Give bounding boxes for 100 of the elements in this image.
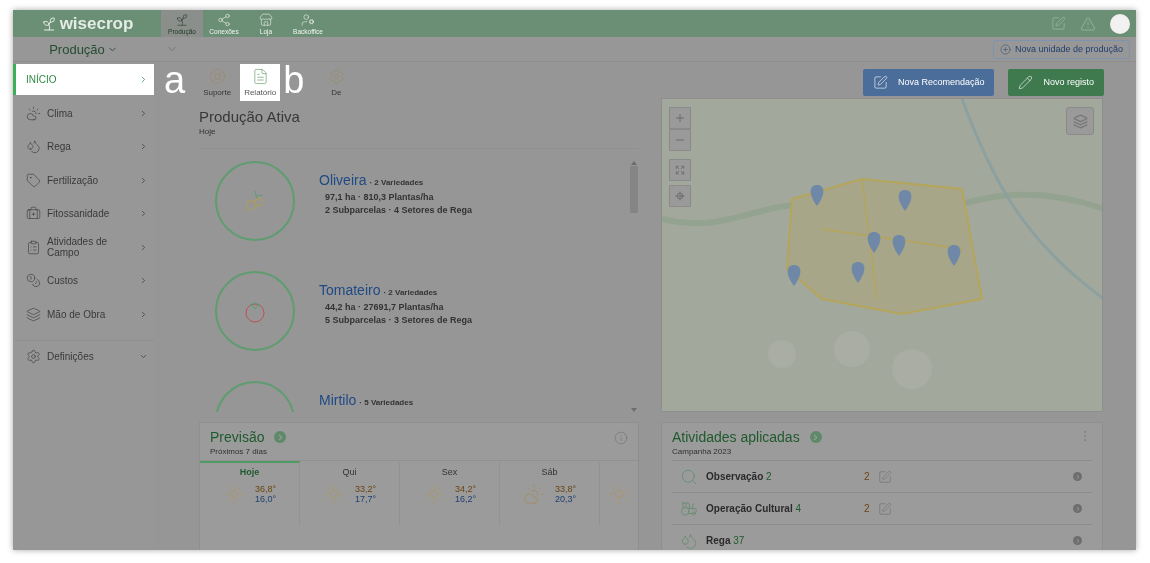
toolbar-item[interactable]: Relatório [240,63,281,101]
sidebar-item[interactable]: Fitossanidade [13,198,154,229]
card-subtitle: Próximos 7 dias [210,447,268,456]
sprout-icon [175,12,189,27]
chevron-icon [139,142,148,151]
chevron-icon [139,75,148,84]
tractor-icon [680,499,698,518]
crop-name[interactable]: Mirtilo [319,392,357,408]
crop-name[interactable]: Oliveira [319,172,367,188]
info-icon[interactable] [614,431,628,445]
locate-button[interactable] [669,185,691,207]
magnifier-icon [680,467,698,486]
sidebar-item[interactable]: Atividades de Campo [13,231,154,263]
chevron-icon [139,352,148,361]
crop-area: 44,2 ha · 27691,7 Plantas/ha [319,302,473,312]
max-temperature: 33,2° [354,484,377,494]
card-title: Previsão [210,429,265,445]
network-icon [217,12,231,27]
activity-row[interactable]: Operação Cultural 4 2 [672,493,1092,525]
sidebar-item[interactable]: Fertilização [13,164,154,196]
section-selector[interactable]: Produção [13,37,154,62]
avatar[interactable] [1110,13,1130,34]
zoom-in-button[interactable] [669,107,691,129]
droplets-icon [26,139,41,154]
chevron-icon [139,175,148,185]
card-title: Atividades aplicadas [672,429,800,445]
forecast-day[interactable]: Hoje 36,8° 16,0° [200,461,300,525]
pending-count: 2 [864,471,870,482]
annotation-letter: a [164,61,187,103]
max-temperature: 34,2° [454,484,477,494]
min-temperature: 20,3° [554,494,577,504]
forecast-day[interactable]: Qui 33,2° 17,7° [300,461,400,525]
forecast-day[interactable]: Sex 34,2° 16,2° [400,461,500,525]
scroll-down-icon[interactable] [631,408,637,412]
min-temperature: 16,0° [254,494,277,504]
sun-icon [608,483,630,505]
chevron-icon [1074,473,1081,480]
gear-icon [327,67,345,85]
cloud-sun-icon [26,105,41,121]
crop-units: 2 Subparcelas · 4 Setores de Rega [324,205,473,215]
panel-subtitle: Hoje [199,127,217,136]
expand-icon [675,165,685,175]
crop-varieties: · 5 Variedades [359,398,414,407]
sidebar-item[interactable]: Rega [13,131,154,162]
pending-count: 2 [864,503,870,514]
logo-icon [40,15,57,32]
arrow-button[interactable] [274,431,287,443]
crop-name[interactable]: Tomateiro [319,282,381,298]
gear-icon [26,349,41,364]
scroll-thumb[interactable] [630,166,638,213]
chevron-icon [1074,537,1081,544]
medical-case-icon [26,206,41,221]
activity-row[interactable]: Rega 37 [672,525,1092,550]
layers-button[interactable] [1066,107,1094,135]
chevron-icon [139,309,148,319]
layers-icon [26,306,41,322]
note-icon[interactable] [1051,16,1066,31]
chevron-icon [139,242,148,252]
activity-row[interactable]: Observação 2 2 [672,460,1092,493]
action-button[interactable]: Nova Recomendação [862,68,995,96]
sidebar-item[interactable]: Mão de Obra [13,298,154,330]
droplets-icon [680,531,698,550]
lifebuoy-icon [208,67,226,85]
max-temperature: 33,8° [554,484,577,494]
forecast-day[interactable]: Sáb 33,8° 20,3° [500,461,600,525]
tag-icon [26,172,41,188]
crosshair-icon [675,191,685,201]
action-button[interactable]: Novo registo [1008,68,1104,96]
sidebar-item[interactable]: Definições [13,340,154,372]
zoom-out-button[interactable] [669,129,691,151]
store-icon [259,12,273,27]
scrollbar[interactable] [629,161,639,412]
sun-icon [222,483,245,505]
warning-icon[interactable] [1080,15,1096,32]
toolbar-item[interactable]: Suporte [197,63,238,101]
new-unit-button[interactable]: Nova unidade de produção [992,39,1130,59]
clipboard-icon [26,239,41,255]
cloud-sun-icon [522,483,545,505]
plus-circle-icon [999,43,1011,55]
crop-units: 5 Subparcelas · 3 Setores de Rega [324,315,473,325]
coins-icon [26,273,41,288]
sidebar-item[interactable]: INÍCIO [13,64,154,95]
sun-icon [322,483,345,505]
toolbar-item[interactable]: De [316,63,357,101]
pencil-icon [1018,74,1034,90]
sidebar-item[interactable]: Clima [13,97,154,129]
min-temperature: 17,7° [354,494,377,504]
min-temperature: 16,2° [454,494,477,504]
crop-varieties: · 2 Variedades [369,178,424,187]
fullscreen-button[interactable] [669,159,691,181]
plus-icon [674,112,686,124]
sidebar-item[interactable]: Custos [13,265,154,296]
arrow-button[interactable] [809,431,822,443]
crop-area: 97,1 ha · 810,3 Plantas/ha [319,192,473,202]
annotation-letter: b [283,61,306,103]
chevron-icon [139,108,148,118]
report-icon [251,67,269,85]
sun-icon [422,483,445,505]
chevron-icon [139,209,148,218]
max-temperature: 36,8° [254,484,277,494]
